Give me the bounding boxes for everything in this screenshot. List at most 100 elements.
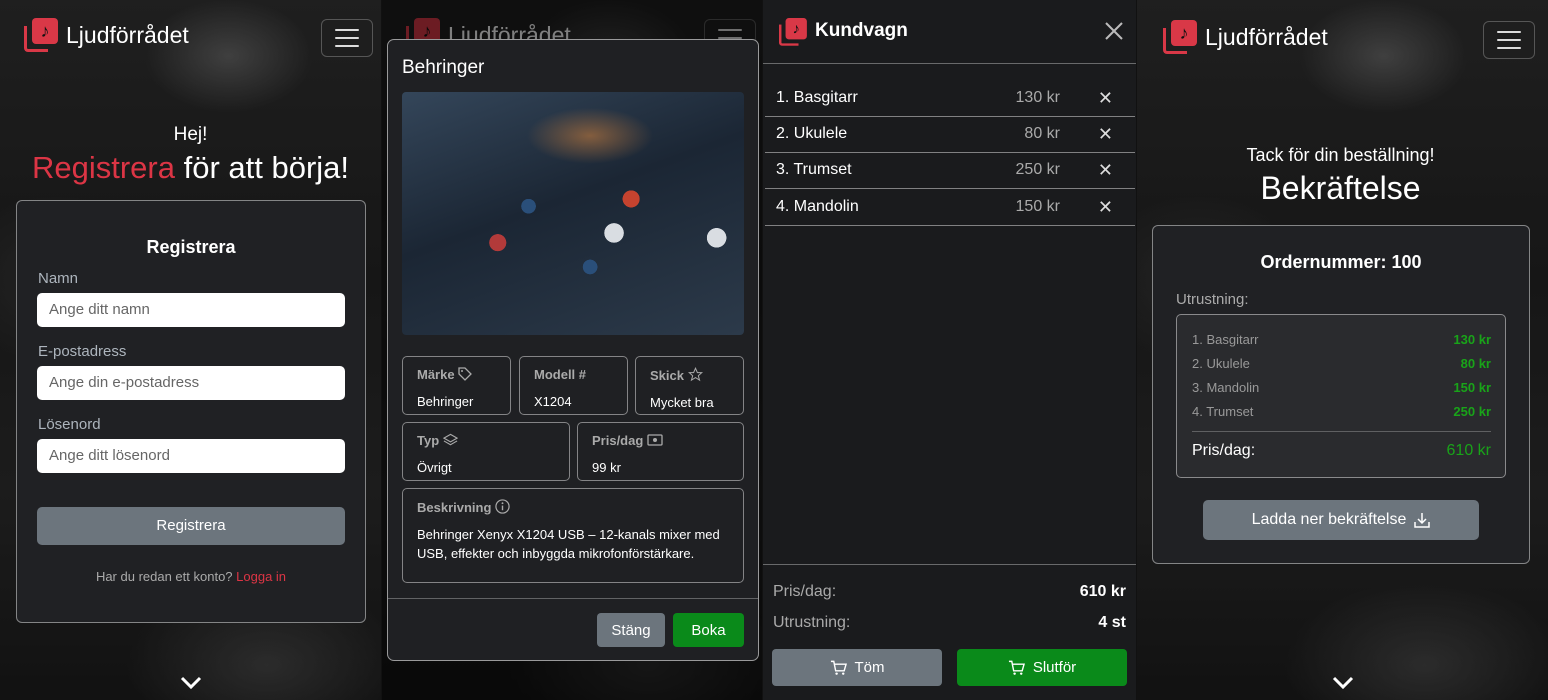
cart-title: Kundvagn (815, 20, 908, 41)
brand-info-value: Behringer (417, 394, 474, 409)
cart-item: 2. Ukulele 80 kr ✕ (765, 116, 1135, 153)
password-label: Lösenord (38, 416, 101, 433)
chevron-down-icon[interactable] (180, 676, 202, 690)
remove-item-icon[interactable]: ✕ (1098, 197, 1113, 218)
form-title: Registrera (146, 237, 236, 257)
cart-item-name: 4. Mandolin (776, 198, 859, 215)
thanks-text: Tack för din beställning! (1246, 145, 1435, 165)
description-info-box: Beskrivning Behringer Xenyx X1204 USB – … (402, 488, 744, 583)
price-total: 610 kr (1079, 583, 1126, 600)
menu-toggle-button[interactable] (321, 19, 373, 57)
brand-link[interactable]: ♪ Ljudförrådet (24, 18, 189, 52)
navbar: ♪ Ljudförrådet (1137, 0, 1548, 70)
close-icon[interactable] (1104, 21, 1124, 41)
type-info-box: Typ Övrigt (402, 422, 570, 481)
register-screen: ♪ Ljudförrådet Hej! Registrera för att b… (0, 0, 381, 700)
checkout-button[interactable]: Slutför (957, 649, 1127, 686)
cart-item-price: 80 kr (1024, 125, 1060, 142)
cart-icon (830, 660, 847, 675)
cart-screen: ♪ Kundvagn 1. Basgitarr 130 kr ✕ 2. Ukul… (763, 0, 1136, 700)
remove-item-icon[interactable]: ✕ (1098, 88, 1113, 109)
email-input[interactable]: Ange din e-postadress (37, 366, 345, 400)
condition-info-value: Mycket bra (650, 395, 714, 410)
tag-icon (458, 367, 473, 381)
cart-item: 1. Basgitarr 130 kr ✕ (765, 80, 1135, 117)
total-label: Pris/dag: (1192, 442, 1256, 459)
close-button[interactable]: Stäng (597, 613, 665, 647)
register-button[interactable]: Registrera (37, 507, 345, 545)
info-icon (495, 499, 510, 514)
logo-icon: ♪ (24, 18, 58, 52)
condition-info-label: Skick (650, 368, 684, 383)
cart-header: ♪ Kundvagn (763, 0, 1136, 64)
equipment-count: 4 st (1098, 614, 1126, 631)
cart-item: 4. Mandolin 150 kr ✕ (765, 189, 1135, 226)
model-info-value: X1204 (534, 394, 572, 409)
model-info-box: Modell # X1204 (519, 356, 628, 415)
clear-cart-button[interactable]: Töm (772, 649, 942, 686)
price-label: Pris/dag: (773, 583, 837, 600)
model-info-label: Modell (534, 367, 576, 382)
page-title: Bekräftelse (1260, 170, 1421, 206)
order-item: 4. Trumset 250 kr (1192, 404, 1491, 419)
equipment-label: Utrustning: (1176, 291, 1249, 308)
navbar: ♪ Ljudförrådet (0, 0, 381, 70)
confirmation-screen: ♪ Ljudförrådet Tack för din beställning!… (1137, 0, 1548, 700)
cart-item-price: 250 kr (1015, 161, 1060, 178)
description-label: Beskrivning (417, 500, 492, 515)
book-button[interactable]: Boka (673, 613, 744, 647)
product-image (402, 92, 744, 335)
type-info-label: Typ (417, 433, 440, 448)
order-item: 2. Ukulele 80 kr (1192, 356, 1491, 371)
cart-item-name: 1. Basgitarr (776, 89, 858, 106)
email-label: E-postadress (38, 343, 127, 360)
description-text: Behringer Xenyx X1204 USB – 12-kanals mi… (417, 527, 720, 561)
brand-info-label: Märke (417, 367, 455, 382)
cart-footer: Pris/dag: 610 kr Utrustning: 4 st Töm Sl… (763, 564, 1136, 700)
download-confirmation-button[interactable]: Ladda ner bekräftelse (1203, 500, 1479, 540)
price-info-value: 99 kr (592, 460, 621, 475)
password-input[interactable]: Ange ditt lösenord (37, 439, 345, 473)
brand-name: Ljudförrådet (1205, 23, 1328, 50)
name-label: Namn (38, 270, 79, 287)
star-icon (687, 366, 703, 382)
chevron-down-icon[interactable] (1332, 676, 1354, 690)
divider (1192, 431, 1491, 432)
order-number: Ordernummer: 100 (1260, 252, 1422, 272)
hash-icon: # (578, 367, 587, 382)
logo-icon: ♪ (1163, 20, 1197, 54)
brand-info-box: Märke Behringer (402, 356, 511, 415)
page-title: Registrera för att börja! (31, 150, 350, 185)
remove-item-icon[interactable]: ✕ (1098, 124, 1113, 145)
cart-item-name: 2. Ukulele (776, 125, 848, 142)
cart-item: 3. Trumset 250 kr ✕ (765, 152, 1135, 189)
price-info-label: Pris/dag (592, 433, 644, 448)
greeting: Hej! (173, 124, 208, 145)
modal-title: Behringer (402, 57, 485, 78)
confirmation-card: Ordernummer: 100 Utrustning: 1. Basgitar… (1152, 225, 1530, 564)
login-link[interactable]: Logga in (236, 569, 286, 584)
cart-item-price: 150 kr (1015, 198, 1060, 215)
name-input[interactable]: Ange ditt namn (37, 293, 345, 327)
order-summary: 1. Basgitarr 130 kr 2. Ukulele 80 kr 3. Ma… (1176, 314, 1506, 478)
product-modal: Behringer Märke Behringer Modell # X1204… (387, 39, 759, 661)
login-prompt: Har du redan ett konto? Logga in (95, 569, 287, 584)
brand-link[interactable]: ♪ Ljudförrådet (1163, 20, 1328, 54)
remove-item-icon[interactable]: ✕ (1098, 160, 1113, 181)
menu-toggle-button[interactable] (1483, 21, 1535, 59)
cart-item-price: 130 kr (1015, 89, 1060, 106)
hero: Hej! Registrera för att börja! (0, 124, 381, 186)
hero: Tack för din beställning! Bekräftelse (1137, 145, 1548, 207)
cart-icon (1008, 660, 1025, 675)
cash-icon (647, 434, 663, 446)
layers-icon (442, 433, 458, 446)
order-item: 3. Mandolin 150 kr (1192, 380, 1491, 395)
price-info-box: Pris/dag 99 kr (577, 422, 744, 481)
register-form: Registrera Namn Ange ditt namn E-postadr… (16, 200, 366, 623)
equipment-label: Utrustning: (773, 614, 851, 631)
cart-item-name: 3. Trumset (776, 161, 852, 178)
modal-footer (388, 598, 758, 599)
download-icon (1414, 513, 1431, 528)
logo-icon: ♪ (779, 18, 807, 46)
brand-name: Ljudförrådet (66, 21, 189, 48)
